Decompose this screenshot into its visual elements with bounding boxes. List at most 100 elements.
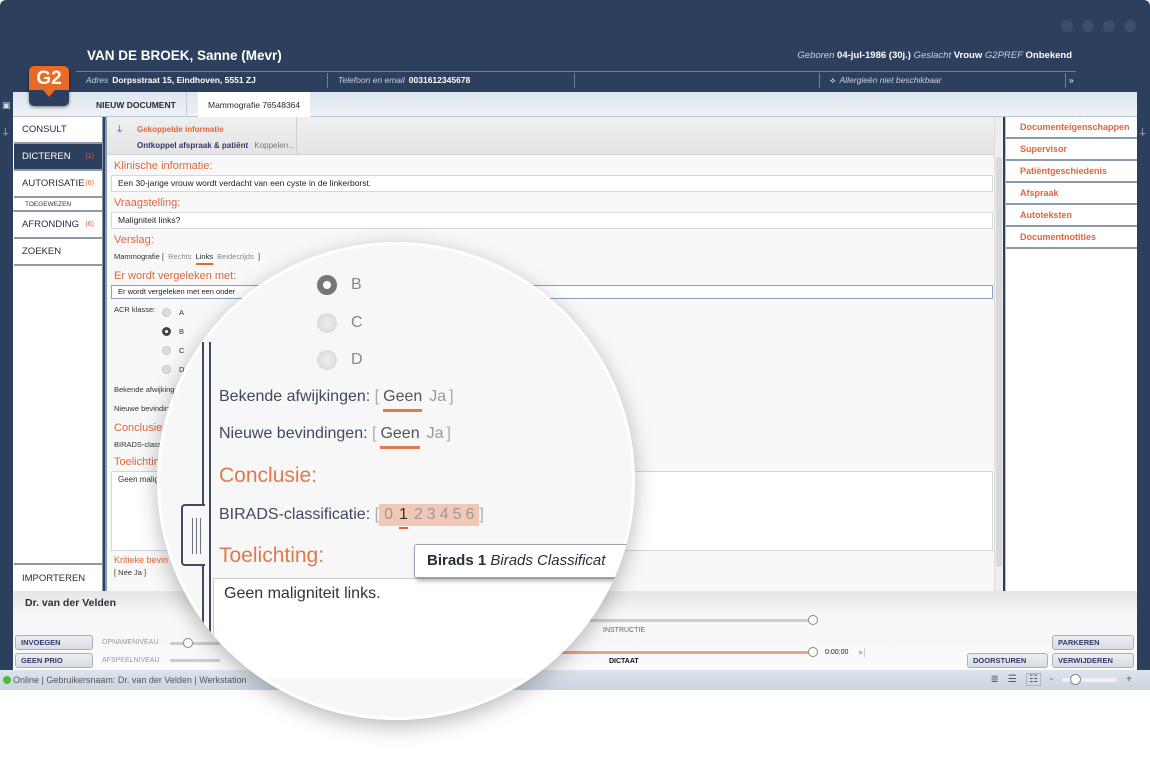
- app-logo: G2: [29, 66, 69, 106]
- known-option-geen[interactable]: Geen: [383, 388, 423, 412]
- document-tabs: NIEUW DOCUMENT Mammografie 76548364: [13, 92, 1137, 118]
- view-tools: ≣ ☰ ☷ - +: [990, 673, 1132, 686]
- clinical-info-title: Klinische informatie:: [114, 160, 213, 172]
- view-detail-icon[interactable]: ☷: [1025, 673, 1041, 686]
- window-dot-4[interactable]: [1124, 20, 1136, 32]
- right-panel: Documenteigenschappen Supervisor Patiënt…: [1005, 117, 1137, 591]
- allergies-cell[interactable]: ⟡ Allergieën niet beschikbaar: [820, 72, 1066, 88]
- known-option-ja[interactable]: Ja: [429, 388, 446, 405]
- patient-meta: Geboren 04-jul-1986 (30j.) Geslacht Vrou…: [797, 50, 1072, 61]
- panel-item-patientgeschiedenis[interactable]: Patiëntgeschiedenis: [1006, 161, 1137, 183]
- nav-zoeken[interactable]: ZOEKEN: [14, 239, 102, 266]
- mag-acr-option-c[interactable]: C: [317, 313, 363, 333]
- mag-acr-option-b[interactable]: B: [317, 275, 362, 295]
- pin-icon[interactable]: ⍊: [117, 123, 122, 134]
- insert-button[interactable]: INVOEGEN: [15, 635, 93, 650]
- birads-3[interactable]: 3: [427, 506, 436, 523]
- gender-label: Geslacht: [913, 50, 952, 61]
- window-dot-1[interactable]: [1061, 20, 1073, 32]
- zoom-slider[interactable]: [1062, 673, 1118, 685]
- scrollbar-thumb[interactable]: [996, 157, 1002, 567]
- nav-dicteren[interactable]: DICTEREN (1): [14, 144, 102, 171]
- expand-button[interactable]: »: [1066, 73, 1076, 88]
- linked-info-title: Gekoppelde informatie: [137, 125, 224, 134]
- patient-name: VAN DE BROEK, Sanne (Mevr): [87, 48, 282, 63]
- chevron-double-down-icon: »: [1069, 75, 1074, 85]
- mag-acr-option-d[interactable]: D: [317, 350, 363, 370]
- instruction-knob[interactable]: [808, 615, 818, 625]
- tab-mammografie[interactable]: Mammografie 76548364: [198, 92, 311, 118]
- radio-icon: [317, 313, 337, 333]
- window-dot-2[interactable]: [1082, 20, 1094, 32]
- birads-6[interactable]: 6: [466, 506, 475, 523]
- address-value: Dorpsstraat 15, Eindhoven, 5551 ZJ: [112, 75, 256, 85]
- nav-consult[interactable]: CONSULT: [14, 117, 102, 144]
- priority-button[interactable]: GEEN PRIO: [15, 653, 93, 668]
- zoom-slider-knob[interactable]: [1070, 673, 1082, 685]
- skip-end-icon[interactable]: ▸|: [859, 647, 866, 658]
- acr-label: ACR klasse:: [114, 305, 156, 314]
- view-split-icon[interactable]: ☰: [1008, 674, 1017, 685]
- panel-item-afspraak[interactable]: Afspraak: [1006, 183, 1137, 205]
- question-title: Vraagstelling:: [114, 197, 181, 209]
- birads-4[interactable]: 4: [440, 506, 449, 523]
- panel-item-autoteksten[interactable]: Autoteksten: [1006, 205, 1137, 227]
- panel-item-documenteigenschappen[interactable]: Documenteigenschappen: [1006, 117, 1137, 139]
- tab-new-document[interactable]: NIEUW DOCUMENT: [86, 92, 187, 117]
- view-list-icon[interactable]: ≣: [990, 674, 998, 685]
- panel-item-supervisor[interactable]: Supervisor: [1006, 139, 1137, 161]
- birads-2[interactable]: 2: [414, 506, 423, 523]
- birads-tooltip: Birads 1 Birads Classificat: [414, 544, 635, 578]
- phone-label: Telefoon en email: [338, 75, 405, 85]
- zoom-in-button[interactable]: +: [1126, 674, 1132, 685]
- birads-1[interactable]: 1: [398, 506, 408, 529]
- mag-birads: BIRADS-classificatie: [0 1 2 3 4 5 6]: [219, 504, 484, 529]
- nav-count: (1): [85, 153, 94, 160]
- address-cell: Adres Dorpsstraat 15, Eindhoven, 5551 ZJ: [76, 72, 328, 88]
- record-level-label: OPNAMENIVEAU: [102, 639, 159, 646]
- doctor-name: Dr. van der Velden: [25, 597, 117, 609]
- nav-importeren[interactable]: IMPORTEREN: [14, 563, 102, 591]
- forward-button[interactable]: DOORSTUREN: [967, 653, 1048, 668]
- right-edge-strip: ⍊: [1137, 92, 1150, 670]
- empty-cell: [575, 72, 820, 88]
- report-type: Mammografie: [114, 252, 160, 261]
- unlink-link[interactable]: Ontkoppel afspraak & patiënt: [137, 141, 248, 150]
- allergy-icon: ⟡: [830, 74, 836, 85]
- nav-count: (6): [85, 180, 94, 187]
- new-option-ja[interactable]: Ja: [427, 425, 444, 442]
- question-field[interactable]: Maligniteit links?: [111, 212, 993, 229]
- dictation-knob[interactable]: [808, 647, 818, 657]
- radio-selected-icon: [317, 275, 337, 295]
- link-link[interactable]: Koppelen...: [254, 141, 294, 150]
- nav-autorisatie[interactable]: AUTORISATIE (6): [14, 171, 102, 198]
- vertical-scrollbar[interactable]: [994, 117, 1003, 591]
- zoom-out-button[interactable]: -: [1050, 674, 1053, 685]
- db-icon[interactable]: ▣: [2, 100, 11, 111]
- clinical-info-field[interactable]: Een 30-jarige vrouw wordt verdacht van e…: [111, 175, 993, 192]
- birads-5[interactable]: 5: [453, 506, 462, 523]
- park-button[interactable]: PARKEREN: [1052, 635, 1134, 650]
- left-edge-strip: ▣ ⍊: [0, 92, 13, 670]
- panel-item-documentnotities[interactable]: Documentnotities: [1006, 227, 1137, 249]
- pref-label: G2PREF: [984, 50, 1023, 61]
- gender-value: Vrouw: [953, 50, 983, 61]
- window-controls: [1061, 20, 1136, 32]
- new-option-geen[interactable]: Geen: [380, 425, 420, 449]
- phone-value: 0031612345678: [408, 75, 471, 85]
- play-level-label: AFSPEELNIVEAU: [102, 657, 160, 664]
- nav-toegewezen[interactable]: TOEGEWEZEN: [13, 198, 102, 212]
- mag-conclusion-title: Conclusie:: [219, 464, 318, 487]
- splitter-handle[interactable]: [181, 504, 205, 566]
- born-label: Geboren: [797, 50, 835, 61]
- nav-afronding[interactable]: AFRONDING (6): [14, 212, 102, 239]
- online-status-icon: [3, 676, 11, 684]
- window-dot-3[interactable]: [1103, 20, 1115, 32]
- pin-icon[interactable]: ⍊: [3, 126, 8, 137]
- birads-0[interactable]: 0: [384, 506, 393, 523]
- phone-cell: Telefoon en email 0031612345678: [328, 72, 575, 88]
- pin-icon-right[interactable]: ⍊: [1140, 126, 1145, 137]
- mag-explanation-field[interactable]: Geen maligniteit links.: [213, 578, 635, 678]
- radio-icon: [317, 350, 337, 370]
- delete-button[interactable]: VERWIJDEREN: [1052, 653, 1134, 668]
